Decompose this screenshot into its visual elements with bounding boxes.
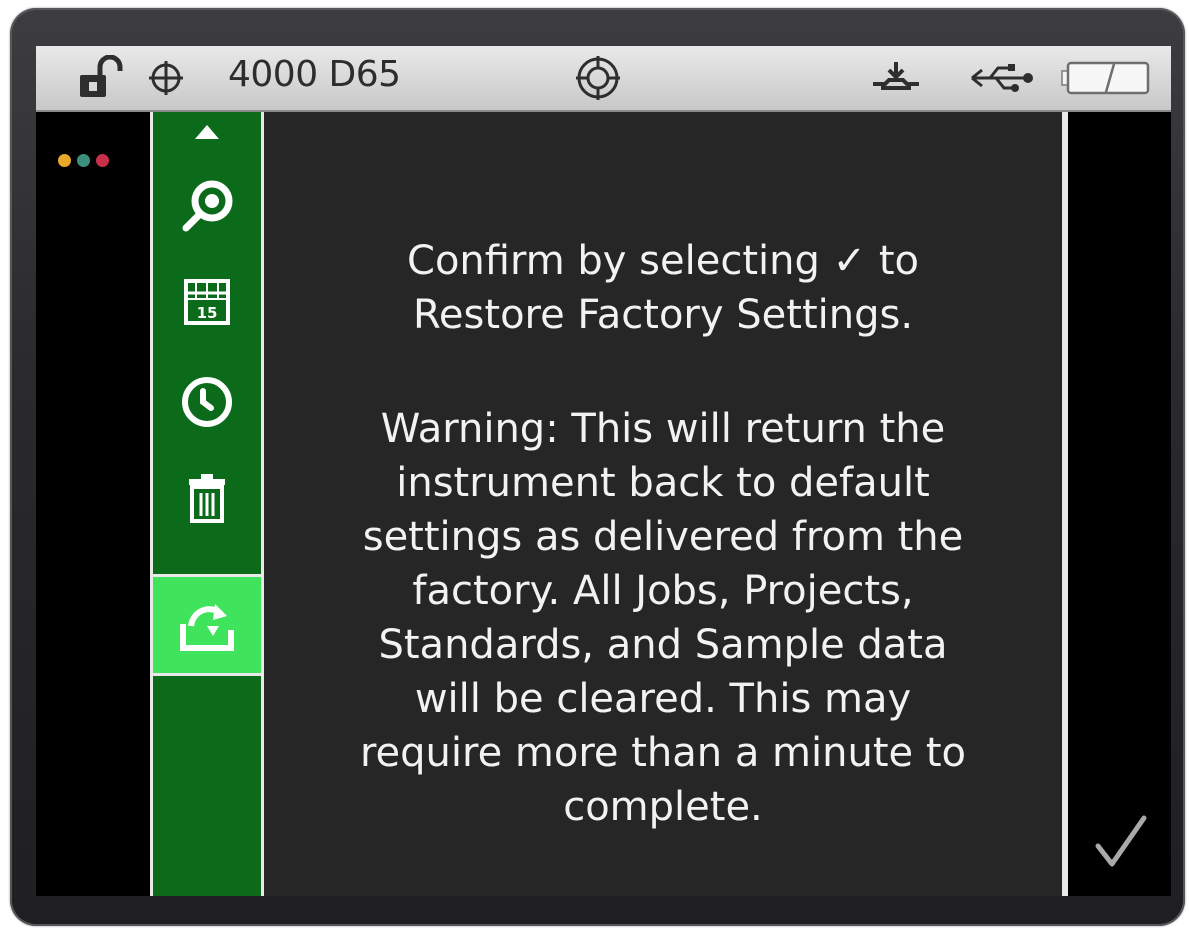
dock-icon — [866, 46, 926, 110]
warning-message: Warning: This will return the instrument… — [359, 406, 967, 830]
sidebar-item-restore-factory[interactable] — [153, 574, 261, 676]
sidebar-item-calendar[interactable]: 15 — [153, 262, 261, 342]
sidebar-item-zoom[interactable] — [153, 160, 261, 248]
scroll-up-arrow-icon[interactable] — [153, 118, 261, 146]
inline-checkmark-icon: ✓ — [832, 238, 867, 284]
crosshair-icon[interactable] — [142, 46, 190, 110]
instrument-mode-label: 4000 D65 — [228, 54, 401, 95]
confirmation-dialog: Confirm by selecting ✓ to Restore Factor… — [264, 112, 1062, 896]
zoom-select-icon — [182, 180, 233, 232]
status-bar: 4000 D65 — [36, 46, 1171, 112]
calendar-day-label: 15 — [197, 304, 218, 322]
restore-factory-icon — [180, 604, 234, 651]
panel-divider — [1062, 112, 1068, 896]
clock-icon — [182, 377, 232, 427]
unlocked-padlock-icon[interactable] — [74, 46, 130, 110]
trash-icon — [189, 474, 225, 523]
indicator-dots — [58, 154, 109, 167]
tool-sidebar: 15 — [150, 112, 264, 896]
indicator-dot-red — [96, 154, 109, 167]
battery-icon — [1058, 46, 1154, 110]
device-screen: 4000 D65 15 Confirm by selecting ✓ to Re… — [36, 46, 1171, 896]
indicator-dot-teal — [77, 154, 90, 167]
confirm-instruction: Confirm by selecting ✓ to Restore Factor… — [284, 234, 1042, 342]
aperture-target-icon[interactable] — [568, 46, 628, 110]
sidebar-item-clock[interactable] — [153, 360, 261, 444]
usb-icon — [964, 46, 1036, 110]
confirm-text-before: Confirm by selecting — [407, 238, 820, 284]
checkmark-icon — [1095, 815, 1147, 867]
calendar-icon: 15 — [184, 279, 230, 325]
indicator-dot-amber — [58, 154, 71, 167]
sidebar-item-delete[interactable] — [153, 456, 261, 540]
confirm-button[interactable] — [1086, 806, 1156, 878]
